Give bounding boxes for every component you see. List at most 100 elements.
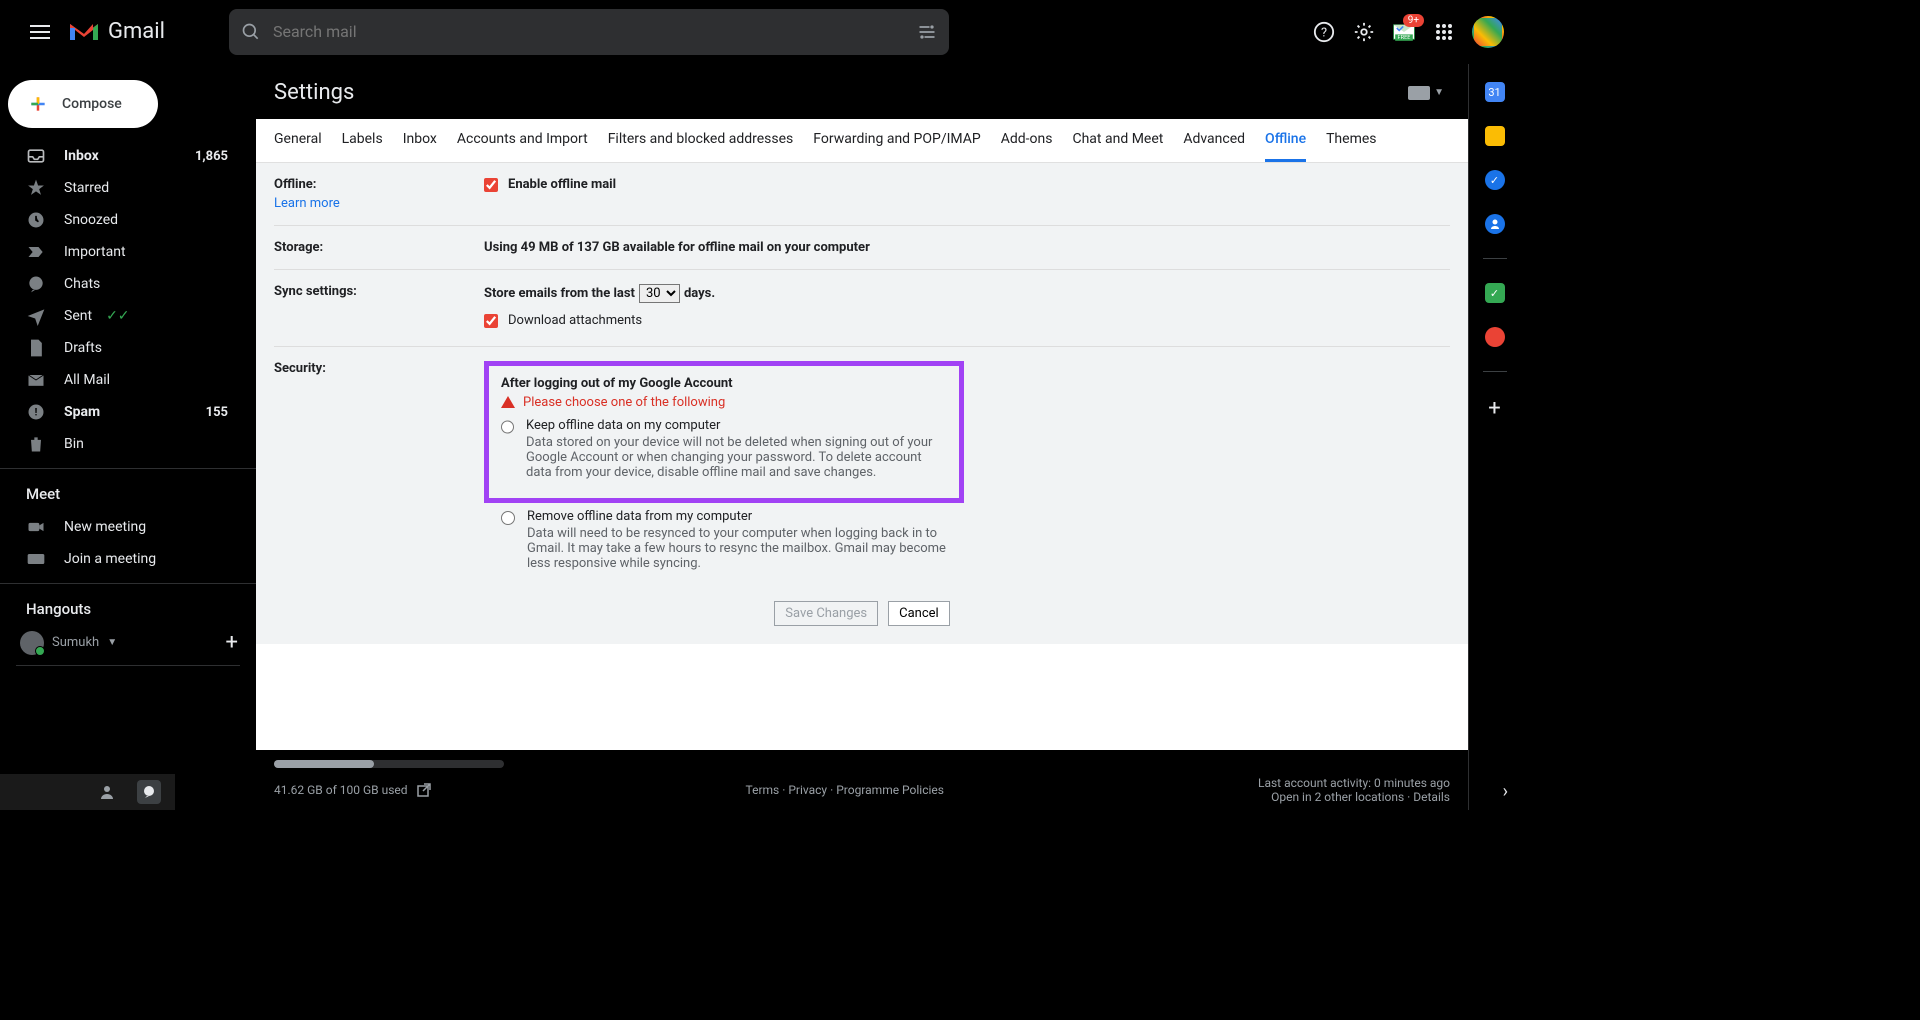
sidebar-item-important[interactable]: Important [0, 236, 256, 268]
sidebar-item-label: Drafts [64, 340, 102, 356]
sidebar-item-sent[interactable]: Sent ✓✓ [0, 300, 256, 332]
tab-addons[interactable]: Add-ons [1001, 131, 1053, 162]
details-link[interactable]: Details [1413, 790, 1450, 804]
calendar-app-icon[interactable]: 31 [1485, 82, 1505, 102]
keep-data-option[interactable]: Keep offline data on my computer Data st… [501, 418, 947, 480]
hangouts-avatar [20, 631, 44, 655]
meet-new-meeting[interactable]: New meeting [0, 511, 256, 543]
addon-green-icon[interactable]: ✓ [1485, 283, 1505, 303]
hangouts-person-icon[interactable] [95, 780, 119, 804]
hangouts-bottom-bar [0, 774, 175, 810]
inbox-icon [26, 146, 46, 166]
sidebar-item-spam[interactable]: ! Spam 155 [0, 396, 256, 428]
hangouts-chat-icon[interactable] [137, 780, 161, 804]
sync-label: Sync settings: [274, 284, 484, 332]
sync-days-select[interactable]: 30 [639, 284, 680, 303]
tab-labels[interactable]: Labels [342, 131, 383, 162]
inbox-count: 1,865 [195, 149, 228, 164]
hangouts-section-title: Hangouts [0, 592, 256, 626]
keep-data-radio[interactable] [501, 420, 514, 434]
remove-data-option[interactable]: Remove offline data from my computer Dat… [484, 509, 1450, 571]
sidebar-item-label: Bin [64, 436, 84, 452]
side-panel-expand[interactable]: › [1503, 781, 1508, 802]
google-apps-button[interactable] [1432, 20, 1456, 44]
sidebar-item-snoozed[interactable]: Snoozed [0, 204, 256, 236]
clock-icon [26, 210, 46, 230]
tab-offline[interactable]: Offline [1265, 131, 1306, 162]
sent-checkmarks-icon: ✓✓ [106, 308, 129, 324]
side-panel: 31 ✓ ✓ + [1468, 64, 1520, 810]
sidebar-item-bin[interactable]: Bin [0, 428, 256, 460]
star-icon [26, 178, 46, 198]
storage-text: Using 49 MB of 137 GB available for offl… [484, 240, 1450, 255]
tab-themes[interactable]: Themes [1326, 131, 1376, 162]
download-attachments-input[interactable] [484, 314, 498, 328]
sidebar-item-allmail[interactable]: All Mail [0, 364, 256, 396]
save-button[interactable]: Save Changes [774, 601, 878, 626]
main-content: Settings ▼ General Labels Inbox Accounts… [256, 64, 1468, 810]
enable-offline-checkbox[interactable]: Enable offline mail [484, 177, 616, 192]
tab-chat[interactable]: Chat and Meet [1072, 131, 1163, 162]
svg-text:FREE: FREE [1398, 35, 1411, 41]
learn-more-link[interactable]: Learn more [274, 196, 484, 211]
spam-count: 155 [206, 405, 228, 420]
security-label: Security: [274, 361, 484, 577]
tab-forwarding[interactable]: Forwarding and POP/IMAP [813, 131, 980, 162]
sent-icon [26, 306, 46, 326]
important-icon [26, 242, 46, 262]
app-name: Gmail [108, 19, 165, 44]
search-input[interactable] [273, 22, 917, 41]
main-menu-button[interactable] [16, 8, 64, 56]
cancel-button[interactable]: Cancel [888, 601, 950, 626]
get-addons-button[interactable]: + [1488, 396, 1500, 421]
tab-advanced[interactable]: Advanced [1183, 131, 1245, 162]
enable-offline-input[interactable] [484, 178, 498, 192]
warning-icon [501, 396, 515, 408]
account-avatar[interactable] [1472, 16, 1504, 48]
sidebar-item-chats[interactable]: Chats [0, 268, 256, 300]
meet-join-meeting[interactable]: Join a meeting [0, 543, 256, 575]
search-options-icon[interactable] [917, 22, 937, 42]
storage-label: Storage: [274, 240, 484, 255]
terms-link[interactable]: Terms [746, 783, 780, 797]
settings-heading: Settings [274, 80, 354, 105]
sidebar-item-label: Inbox [64, 148, 99, 164]
input-tools-selector[interactable]: ▼ [1408, 86, 1444, 100]
sidebar-item-label: Starred [64, 180, 109, 196]
tab-accounts[interactable]: Accounts and Import [457, 131, 588, 162]
download-attachments-checkbox[interactable]: Download attachments [484, 313, 642, 328]
offline-row: Offline: Learn more Enable offline mail [274, 163, 1450, 226]
addon-red-icon[interactable] [1485, 327, 1505, 347]
keep-data-desc: Data stored on your device will not be d… [526, 435, 947, 480]
compose-button[interactable]: Compose [8, 80, 158, 128]
security-row: Security: After logging out of my Google… [274, 347, 1450, 591]
horizontal-scrollbar[interactable] [274, 760, 504, 768]
tab-inbox[interactable]: Inbox [403, 131, 437, 162]
footer-links: Terms · Privacy · Programme Policies [432, 783, 1258, 797]
sidebar-item-label: All Mail [64, 372, 110, 388]
storage-usage[interactable]: 41.62 GB of 100 GB used [274, 782, 432, 798]
compose-label: Compose [62, 96, 122, 112]
free-extension-badge[interactable]: FREE 9+ [1392, 20, 1416, 44]
keep-app-icon[interactable] [1485, 126, 1505, 146]
gmail-logo[interactable]: Gmail [68, 19, 165, 44]
sidebar-item-drafts[interactable]: Drafts [0, 332, 256, 364]
sidebar-item-starred[interactable]: Starred [0, 172, 256, 204]
security-warning: Please choose one of the following [501, 395, 947, 410]
account-activity: Last account activity: 0 minutes ago [1258, 776, 1450, 790]
hangouts-username: Sumukh [52, 635, 99, 650]
policies-link[interactable]: Programme Policies [836, 783, 944, 797]
hangouts-user[interactable]: Sumukh ▼ + [0, 626, 256, 659]
settings-button[interactable] [1352, 20, 1376, 44]
support-button[interactable]: ? [1312, 20, 1336, 44]
sidebar-item-inbox[interactable]: Inbox 1,865 [0, 140, 256, 172]
privacy-link[interactable]: Privacy [788, 783, 827, 797]
tab-filters[interactable]: Filters and blocked addresses [608, 131, 794, 162]
remove-data-radio[interactable] [501, 511, 515, 525]
search-bar[interactable] [229, 9, 949, 55]
sidebar-item-label: Snoozed [64, 212, 118, 228]
tab-general[interactable]: General [274, 131, 322, 162]
hangouts-new-button[interactable]: + [226, 630, 238, 655]
tasks-app-icon[interactable]: ✓ [1485, 170, 1505, 190]
contacts-app-icon[interactable] [1485, 214, 1505, 234]
